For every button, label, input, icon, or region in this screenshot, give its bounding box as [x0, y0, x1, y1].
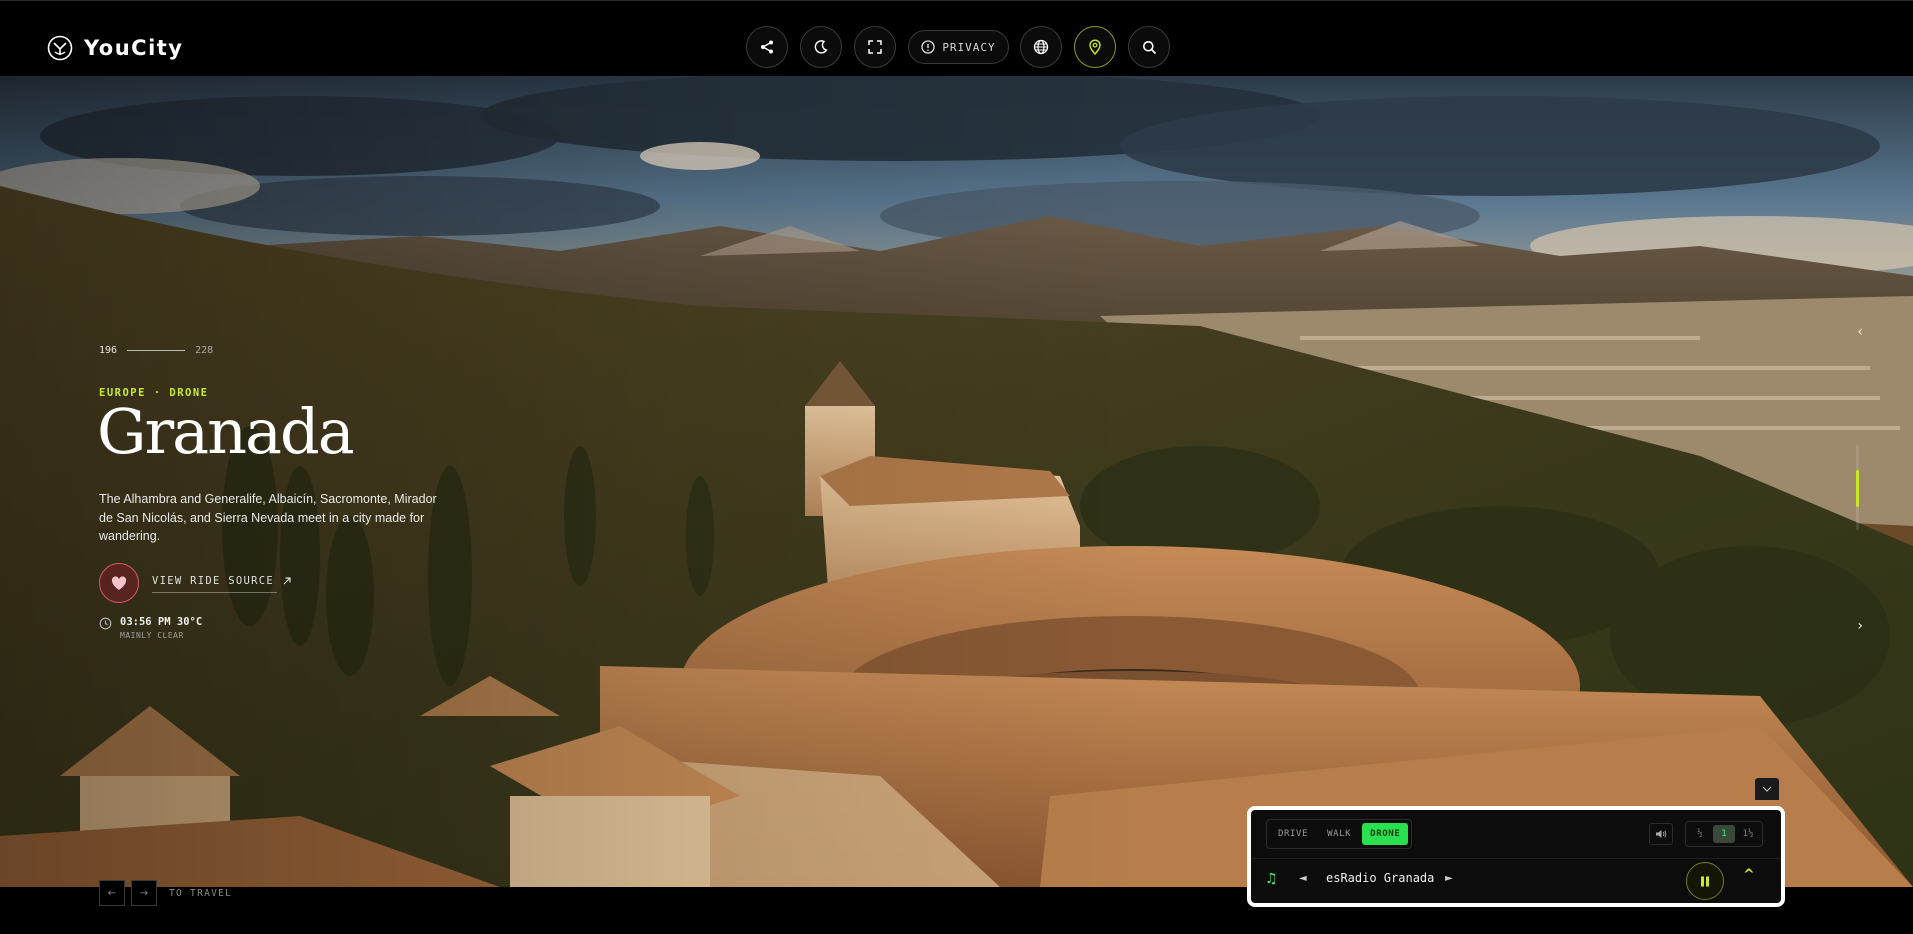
favorite-button[interactable]	[99, 563, 139, 603]
logo[interactable]: YouCity	[47, 35, 184, 61]
to-travel-label: TO TRAVEL	[169, 887, 233, 899]
hero-gradient-overlay	[0, 76, 1913, 887]
heart-icon	[111, 575, 127, 590]
previous-station-button[interactable]: ◄	[1299, 873, 1307, 884]
map-pin-icon	[1089, 39, 1101, 55]
language-button[interactable]	[1020, 26, 1062, 68]
clock-icon	[99, 617, 112, 630]
volume-button[interactable]	[1649, 823, 1673, 845]
external-link-icon	[283, 577, 291, 585]
next-station-button[interactable]: ►	[1445, 873, 1453, 884]
fullscreen-icon	[868, 40, 882, 54]
slide-counter: 196 228	[99, 345, 213, 356]
chevron-down-icon	[1762, 786, 1772, 792]
arrow-left-icon: ←	[107, 887, 117, 899]
info-icon	[921, 40, 935, 54]
logo-icon	[47, 35, 73, 61]
speaker-icon	[1656, 830, 1667, 838]
privacy-label: PRIVACY	[942, 40, 996, 54]
hero-video	[0, 76, 1913, 887]
weather-condition: MAINLY CLEAR	[120, 631, 184, 640]
top-bar: YouCity PRIVACY	[0, 0, 1913, 76]
media-player: DRIVE WALK DRONE ½ 1 1½ ♫ ◄ esRadio Gran…	[1247, 806, 1785, 907]
player-collapse-button[interactable]	[1755, 778, 1779, 800]
arrow-right-icon: →	[139, 887, 149, 899]
local-time-weather: 03:56 PM 30°C MAINLY CLEAR	[99, 616, 202, 640]
previous-slide-button[interactable]: ‹	[1857, 324, 1863, 340]
counter-current: 196	[99, 345, 118, 356]
fullscreen-button[interactable]	[854, 26, 896, 68]
counter-divider	[127, 350, 186, 351]
search-icon	[1142, 40, 1156, 54]
travel-mode-selector: DRIVE WALK DRONE	[1266, 819, 1413, 849]
local-time: 03:56 PM 30°C	[120, 616, 202, 628]
progress-indicator	[1856, 470, 1859, 507]
station-name: esRadio Granada	[1326, 871, 1435, 885]
mode-walk-button[interactable]: WALK	[1319, 823, 1359, 845]
moon-icon	[814, 40, 828, 54]
globe-icon	[1033, 39, 1049, 55]
city-title: Granada	[97, 395, 355, 468]
chevron-right-icon: ›	[1857, 618, 1863, 634]
next-slide-button[interactable]: ›	[1857, 618, 1863, 634]
share-button[interactable]	[746, 26, 788, 68]
pause-icon	[1701, 876, 1709, 886]
speed-fast-button[interactable]: 1½	[1737, 825, 1759, 843]
playback-speed-selector: ½ 1 1½	[1685, 821, 1763, 847]
speed-half-button[interactable]: ½	[1689, 825, 1711, 843]
temperature-value: 30°C	[176, 616, 203, 628]
location-button[interactable]	[1074, 26, 1116, 68]
mode-drone-button[interactable]: DRONE	[1362, 823, 1409, 845]
next-page-button[interactable]: →	[131, 880, 157, 906]
prev-page-button[interactable]: ←	[99, 880, 125, 906]
privacy-button[interactable]: PRIVACY	[908, 30, 1009, 64]
source-underline	[152, 592, 277, 593]
radio-controls: ♫ ◄ esRadio Granada ► ^	[1251, 858, 1781, 904]
search-button[interactable]	[1128, 26, 1170, 68]
mode-drive-button[interactable]: DRIVE	[1270, 823, 1316, 845]
speed-normal-button[interactable]: 1	[1713, 825, 1735, 843]
source-label: VIEW RIDE SOURCE	[152, 575, 274, 587]
view-ride-source-link[interactable]: VIEW RIDE SOURCE	[152, 575, 292, 587]
expand-player-button[interactable]: ^	[1743, 867, 1755, 883]
music-note-icon: ♫	[1265, 871, 1278, 887]
city-description: The Alhambra and Generalife, Albaicín, S…	[99, 492, 437, 543]
brand-name: YouCity	[84, 36, 184, 60]
chevron-left-icon: ‹	[1857, 324, 1863, 340]
dark-mode-button[interactable]	[800, 26, 842, 68]
bottom-navigation: ← → TO TRAVEL	[99, 880, 232, 906]
time-value: 03:56 PM	[120, 616, 171, 628]
share-icon	[761, 40, 773, 54]
pause-button[interactable]	[1686, 862, 1724, 900]
counter-total: 228	[195, 345, 214, 356]
player-controls-top: DRIVE WALK DRONE ½ 1 1½	[1251, 810, 1781, 859]
